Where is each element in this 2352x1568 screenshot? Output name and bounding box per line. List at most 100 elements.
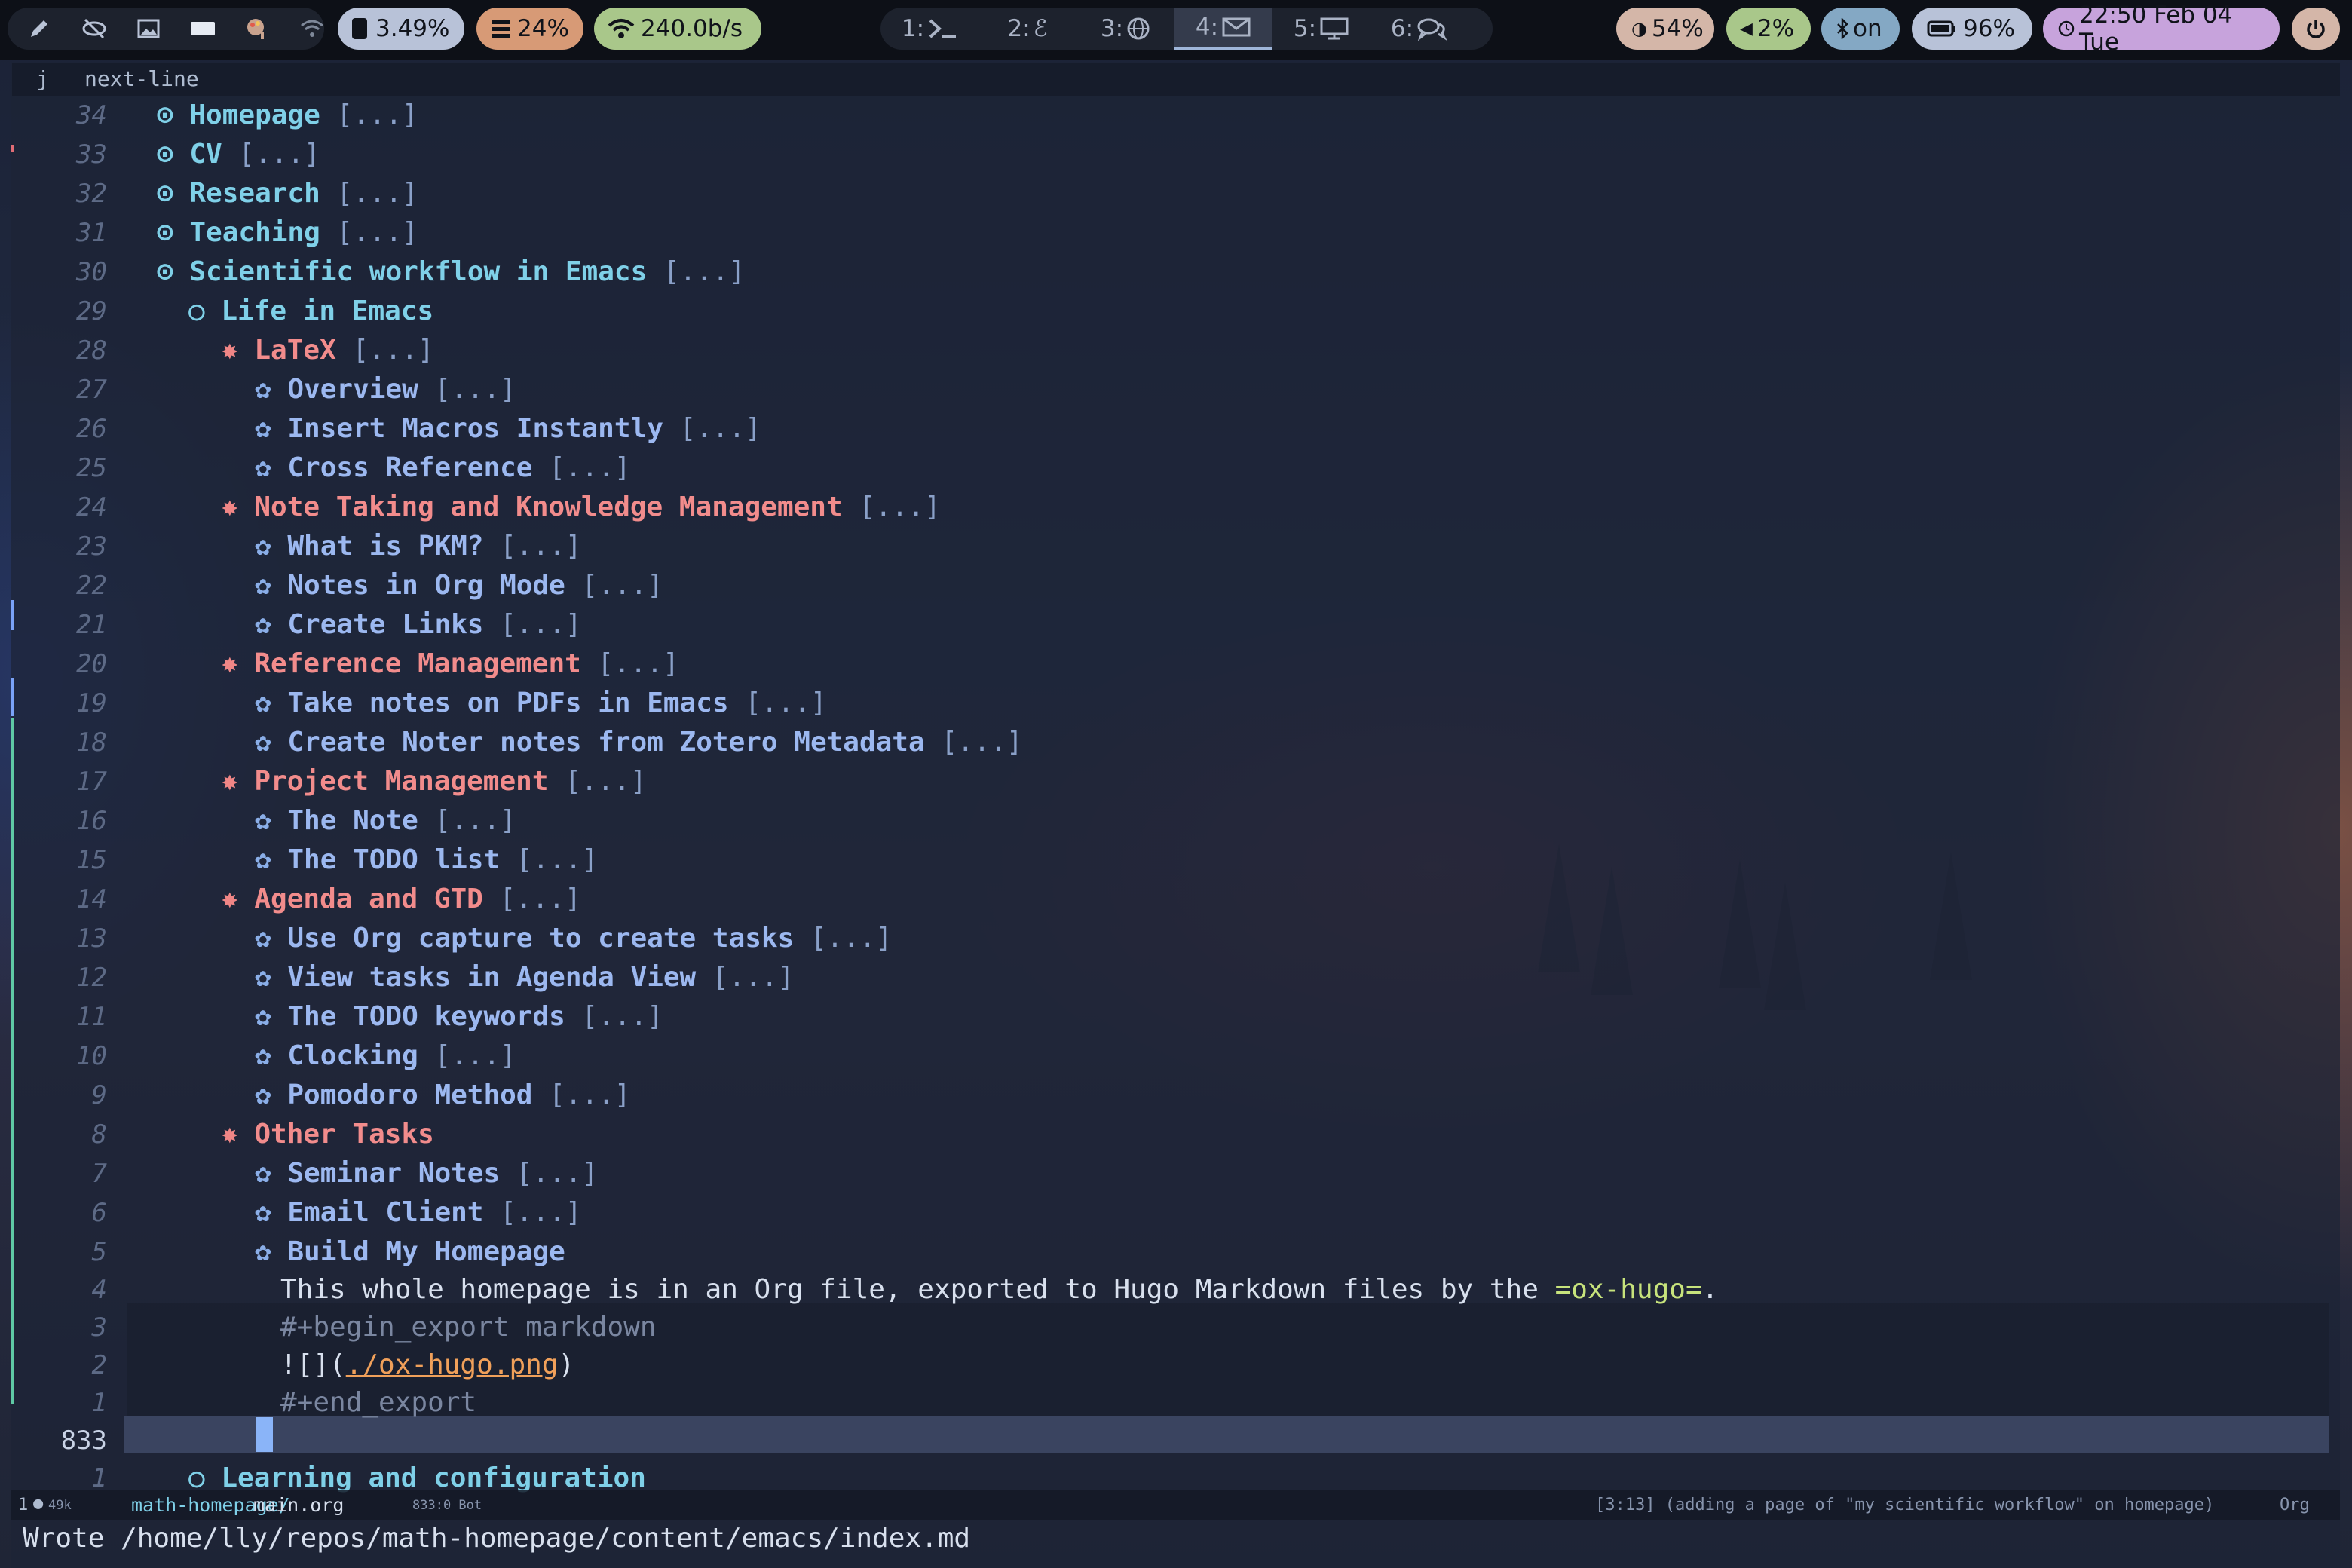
org-heading-line[interactable]: ✸ Reference Management [...]	[222, 645, 679, 683]
org-heading-title[interactable]: View tasks in Agenda View	[287, 962, 696, 993]
org-heading-line[interactable]: ✿ The TODO keywords [...]	[255, 998, 663, 1036]
cpu-indicator[interactable]: 3.49%	[338, 8, 464, 50]
org-heading-title[interactable]: Life in Emacs	[221, 296, 433, 326]
folded-ellipsis: [...]	[745, 688, 827, 718]
export-begin-line[interactable]: #+begin_export markdown	[280, 1309, 657, 1346]
org-heading-title[interactable]: Clocking	[287, 1040, 418, 1071]
org-heading-title[interactable]: Create Noter notes from Zotero Metadata	[287, 727, 924, 758]
org-heading-title[interactable]: Notes in Org Mode	[287, 570, 565, 601]
org-heading-title[interactable]: Learning and configuration	[221, 1462, 646, 1493]
org-heading-title[interactable]: Research	[189, 178, 320, 209]
org-heading-line[interactable]: ✿ Build My Homepage	[255, 1233, 565, 1271]
org-heading-title[interactable]: Insert Macros Instantly	[287, 413, 663, 444]
org-heading-line[interactable]: ⊙ Teaching [...]	[157, 214, 418, 252]
line-number: 28	[76, 335, 107, 366]
org-heading-line[interactable]: ✿ Pomodoro Method [...]	[255, 1076, 631, 1114]
org-heading-title[interactable]: Scientific workflow in Emacs	[189, 256, 647, 287]
line-number: 1	[91, 1388, 107, 1418]
org-heading-title[interactable]: Build My Homepage	[287, 1236, 565, 1267]
org-heading-line[interactable]: ⊙ Homepage [...]	[157, 96, 418, 134]
heading-bullet-icon: ✸	[222, 648, 238, 679]
org-heading-line[interactable]: ○ Life in Emacs	[188, 292, 433, 330]
workspace-3[interactable]: 3:	[1076, 8, 1174, 50]
org-heading-title[interactable]: Note Taking and Knowledge Management	[254, 492, 842, 522]
org-heading-line[interactable]: ✿ Use Org capture to create tasks [...]	[255, 920, 892, 957]
block-keyword: #+begin_export markdown	[280, 1312, 657, 1343]
org-heading-title[interactable]: The Note	[287, 805, 418, 836]
org-heading-title[interactable]: CV	[189, 139, 222, 170]
memory-indicator[interactable]: 24%	[476, 8, 583, 50]
org-heading-title[interactable]: Reference Management	[254, 648, 580, 679]
org-heading-title[interactable]: Take notes on PDFs in Emacs	[287, 688, 728, 718]
org-heading-title[interactable]: Teaching	[189, 217, 320, 248]
org-heading-line[interactable]: ✿ The Note [...]	[255, 802, 516, 840]
org-heading-line[interactable]: ✿ What is PKM? [...]	[255, 528, 582, 565]
org-heading-title[interactable]: Seminar Notes	[287, 1158, 500, 1189]
org-heading-line[interactable]: ✿ Clocking [...]	[255, 1037, 516, 1075]
org-heading-title[interactable]: The TODO keywords	[287, 1001, 565, 1032]
wifi-icon[interactable]	[300, 16, 324, 41]
org-heading-line[interactable]: ✿ View tasks in Agenda View [...]	[255, 959, 794, 997]
org-heading-line[interactable]: ✸ LaTeX [...]	[222, 332, 434, 369]
bluetooth-indicator[interactable]: on	[1821, 8, 1900, 50]
org-heading-line[interactable]: ⊙ Research [...]	[157, 175, 418, 213]
org-heading-line[interactable]: ✸ Note Taking and Knowledge Management […	[222, 488, 941, 526]
org-heading-line[interactable]: ✿ Email Client [...]	[255, 1194, 582, 1232]
org-heading-title[interactable]: Overview	[287, 374, 418, 405]
org-heading-line[interactable]: ✿ Seminar Notes [...]	[255, 1155, 598, 1193]
org-link[interactable]: ./ox-hugo.png	[346, 1349, 559, 1380]
org-heading-title[interactable]: Use Org capture to create tasks	[287, 923, 794, 954]
org-heading-line[interactable]: ⊙ CV [...]	[157, 136, 320, 173]
org-heading-line[interactable]: ✿ Create Links [...]	[255, 606, 582, 644]
org-heading-title[interactable]: LaTeX	[254, 335, 335, 366]
org-heading-title[interactable]: Homepage	[189, 100, 320, 130]
volume-indicator[interactable]: ◀ 2%	[1726, 8, 1811, 50]
pencil-icon[interactable]	[27, 16, 51, 41]
org-heading-title[interactable]: Agenda and GTD	[254, 884, 482, 914]
org-heading-line[interactable]: ✿ Create Noter notes from Zotero Metadat…	[255, 724, 1023, 761]
org-body-line[interactable]: This whole homepage is in an Org file, e…	[280, 1271, 1718, 1309]
image-icon[interactable]	[137, 16, 160, 41]
workspace-1[interactable]: 1:	[880, 8, 978, 50]
org-heading-title[interactable]: Pomodoro Method	[287, 1080, 532, 1110]
image-link-line[interactable]: ![](./ox-hugo.png)	[280, 1346, 574, 1384]
org-heading-line[interactable]: ✸ Project Management [...]	[222, 763, 647, 801]
palette-icon[interactable]	[246, 16, 270, 41]
folded-ellipsis: [...]	[565, 766, 647, 797]
org-heading-line[interactable]: ✿ Overview [...]	[255, 371, 516, 409]
org-heading-title[interactable]: Other Tasks	[254, 1119, 433, 1150]
org-heading-line[interactable]: ✿ Notes in Org Mode [...]	[255, 567, 663, 605]
org-heading-title[interactable]: Create Links	[287, 609, 483, 640]
org-heading-line[interactable]: ⊙ Scientific workflow in Emacs [...]	[157, 253, 745, 291]
org-heading-line[interactable]: ✿ Take notes on PDFs in Emacs [...]	[255, 684, 827, 722]
heading-bullet-icon: ✿	[255, 844, 271, 875]
org-heading-title[interactable]: Email Client	[287, 1197, 483, 1228]
network-indicator[interactable]: 240.0b/s	[594, 8, 761, 50]
org-heading-line[interactable]: ✿ Cross Reference [...]	[255, 449, 631, 487]
workspace-4[interactable]: 4:	[1174, 8, 1272, 50]
workspace-6[interactable]: 6:	[1370, 8, 1468, 50]
workspace-2[interactable]: 2: ℰ	[978, 8, 1076, 50]
org-heading-title[interactable]: Cross Reference	[287, 452, 532, 483]
keyboard-icon[interactable]	[190, 16, 216, 41]
power-button[interactable]	[2292, 8, 2340, 50]
battery-indicator[interactable]: 96%	[1912, 8, 2032, 50]
org-heading-line[interactable]: ✿ The TODO list [...]	[255, 841, 598, 879]
eye-off-icon[interactable]	[81, 16, 107, 41]
line-number: 29	[76, 296, 107, 326]
org-heading-line[interactable]: ✿ Insert Macros Instantly [...]	[255, 410, 761, 448]
org-heading-title[interactable]: The TODO list	[287, 844, 500, 875]
org-heading-line[interactable]: ✸ Other Tasks	[222, 1116, 434, 1153]
clock-indicator[interactable]: 22:50 Feb 04 Tue	[2043, 2, 2280, 56]
export-end-line[interactable]: #+end_export	[280, 1384, 476, 1422]
brightness-indicator[interactable]: ◑ 54%	[1616, 8, 1714, 50]
folded-ellipsis: [...]	[810, 923, 893, 954]
org-heading-title[interactable]: What is PKM?	[287, 531, 483, 562]
org-heading-line[interactable]: ✸ Agenda and GTD [...]	[222, 880, 581, 918]
workspace-5[interactable]: 5:	[1272, 8, 1370, 50]
org-heading-title[interactable]: Project Management	[254, 766, 548, 797]
